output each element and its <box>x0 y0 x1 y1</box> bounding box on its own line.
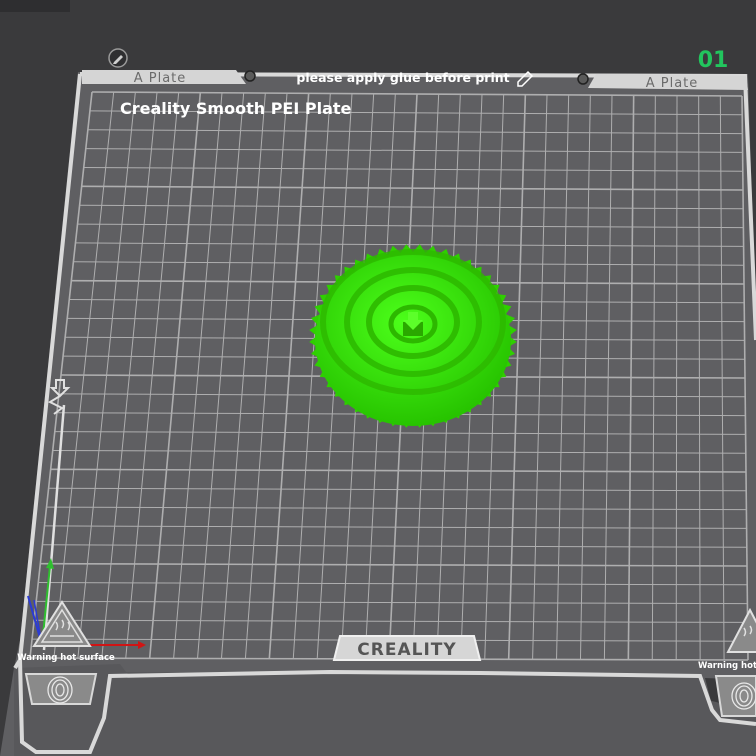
hole-left <box>244 70 256 82</box>
warning-left-label: Warning hot surface <box>17 653 115 663</box>
fingerprint-icon-right <box>714 675 756 717</box>
build-plate-viewport[interactable]: A Plate A Plate please apply glue before… <box>0 0 756 756</box>
plate-lower-edge <box>14 664 756 756</box>
fingerprint-icon <box>24 673 98 705</box>
brand-badge: CREALITY <box>332 635 482 661</box>
pencil-icon[interactable] <box>108 48 128 68</box>
plate-notice-text: please apply glue before print <box>296 70 509 85</box>
plate-name-label: Creality Smooth PEI Plate <box>120 99 352 118</box>
tab-right-label: A Plate <box>646 76 699 91</box>
brand-label: CREALITY <box>357 640 456 660</box>
plate-number[interactable]: 01 <box>698 48 729 73</box>
warning-right-label: Warning hot surface <box>698 661 756 671</box>
tab-left-label: A Plate <box>134 71 187 86</box>
hole-right <box>577 73 589 85</box>
